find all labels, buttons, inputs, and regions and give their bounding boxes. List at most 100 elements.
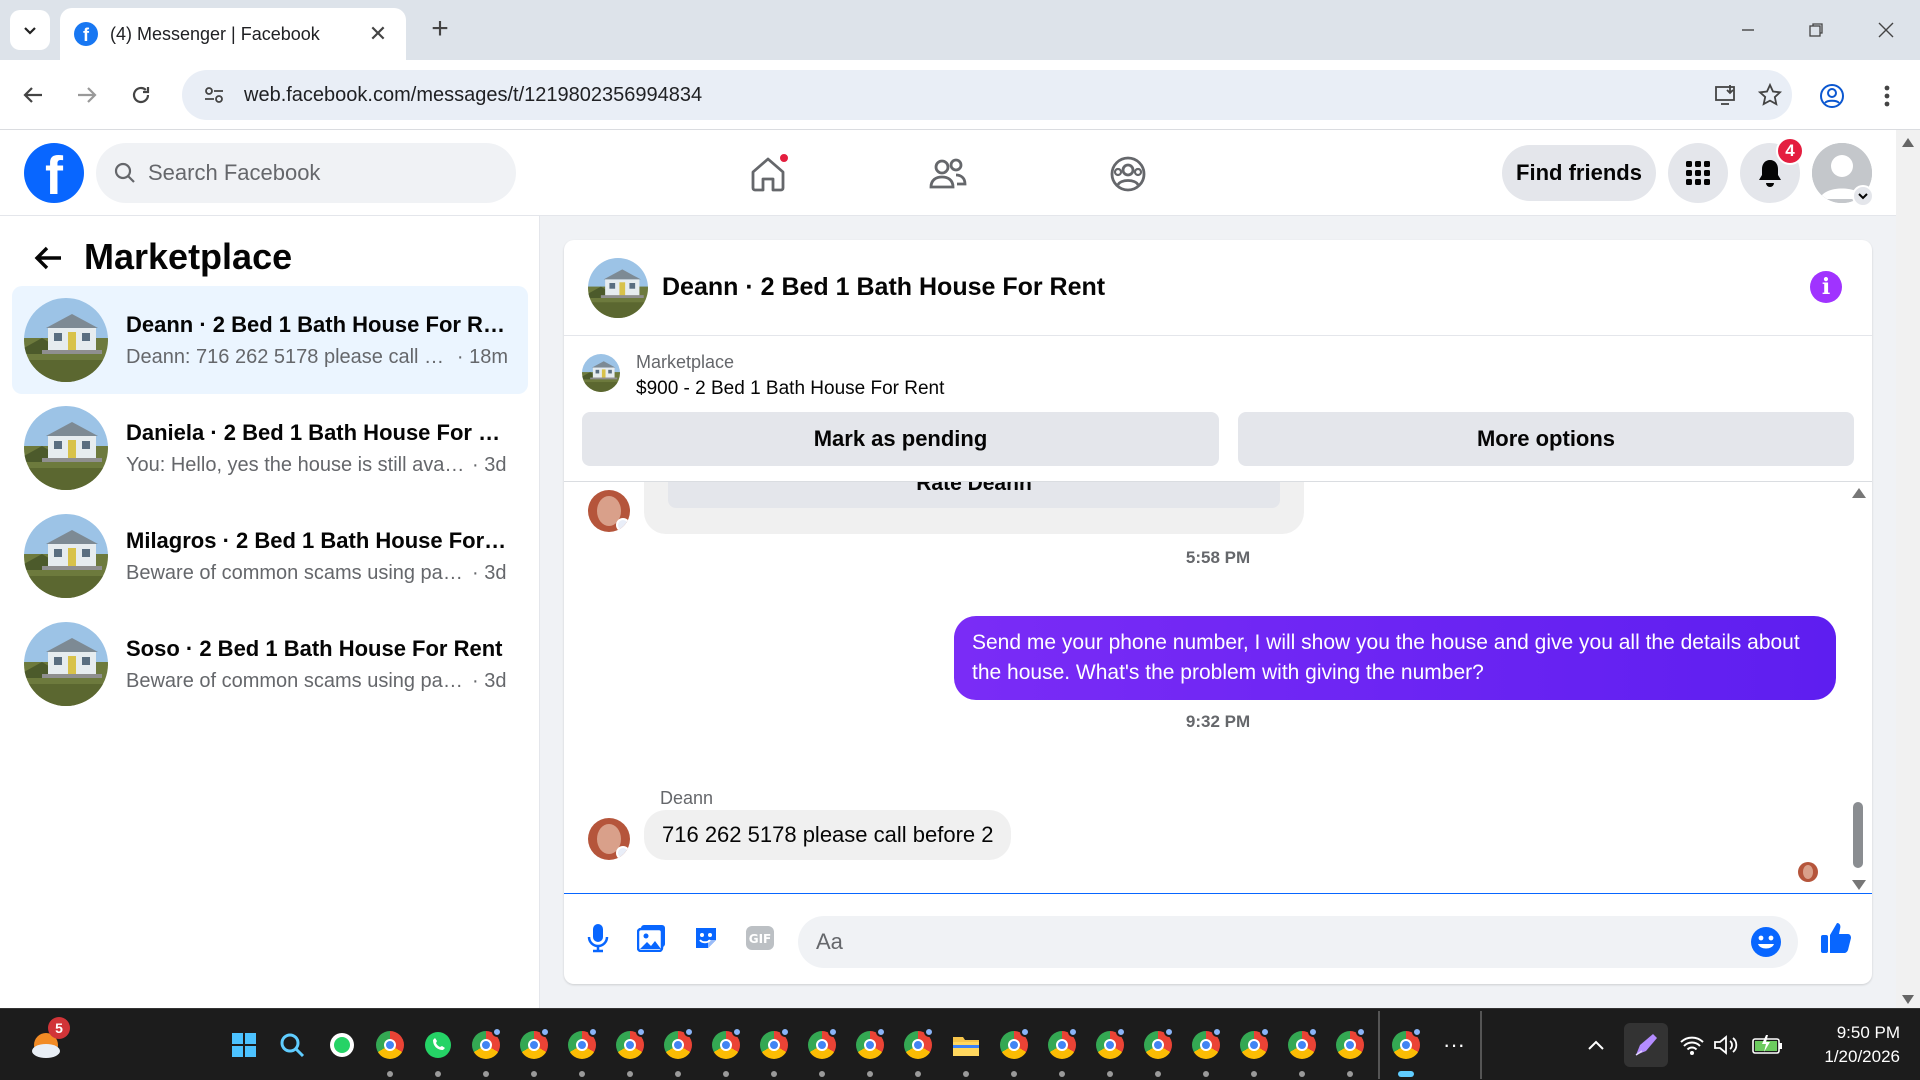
taskbar-chrome-window[interactable] (706, 1025, 746, 1077)
account-chevron[interactable] (1852, 185, 1874, 207)
message-input[interactable]: Aa (798, 916, 1798, 968)
close-window-button[interactable] (1856, 8, 1916, 52)
incoming-message-bubble[interactable]: 716 262 5178 please call before 2 (644, 810, 1012, 860)
sticker-button[interactable] (688, 920, 724, 956)
emoji-icon[interactable] (1750, 926, 1782, 958)
taskbar-chrome-window[interactable] (466, 1025, 506, 1077)
scroll-thumb[interactable] (1853, 802, 1863, 868)
chat-scrollbar[interactable] (1850, 482, 1866, 893)
taskbar-chrome-window[interactable] (1138, 1025, 1178, 1077)
arrow-left-icon (34, 246, 61, 270)
conversation-item[interactable]: Daniela · 2 Bed 1 Bath House For R... You… (12, 394, 528, 502)
browser-tab-messenger[interactable]: f (4) Messenger | Facebook ✕ (60, 8, 406, 60)
listing-thumbnail[interactable] (582, 354, 620, 392)
listing-price-title[interactable]: $900 - 2 Bed 1 Bath House For Rent (636, 378, 944, 400)
clock-time: 9:50 PM (1836, 1023, 1900, 1042)
taskbar-chrome-active[interactable] (1386, 1025, 1426, 1077)
windows-taskbar: 5 ··· 9:50 PM 1/20/2026 (0, 1008, 1920, 1080)
sender-avatar[interactable] (588, 818, 630, 860)
conversation-item[interactable]: Soso · 2 Bed 1 Bath House For Rent Beware… (12, 610, 528, 718)
forward-button[interactable] (68, 76, 106, 114)
battery-indicator[interactable] (1748, 1025, 1788, 1065)
taskbar-chrome-window[interactable] (514, 1025, 554, 1077)
gif-button[interactable]: GIF (742, 920, 778, 956)
nav-friends[interactable] (918, 144, 978, 204)
pen-icon (1635, 1034, 1657, 1056)
nav-home[interactable] (738, 144, 798, 204)
taskbar-chrome-window[interactable] (1330, 1025, 1370, 1077)
mark-as-pending-button[interactable]: Mark as pending (582, 412, 1219, 466)
taskbar-chrome-window[interactable] (1186, 1025, 1226, 1077)
volume-indicator[interactable] (1706, 1025, 1746, 1065)
find-friends-button[interactable]: Find friends (1502, 145, 1656, 201)
taskbar-chrome[interactable] (370, 1025, 410, 1077)
taskbar-file-explorer[interactable] (946, 1025, 986, 1077)
taskbar-chrome-window[interactable] (994, 1025, 1034, 1077)
taskbar-chrome-window[interactable] (1042, 1025, 1082, 1077)
conversation-item[interactable]: Milagros · 2 Bed 1 Bath House For ... Bew… (12, 502, 528, 610)
clock[interactable]: 9:50 PM 1/20/2026 (1790, 1021, 1900, 1069)
facebook-logo-icon[interactable]: f (24, 143, 84, 203)
back-button[interactable] (14, 76, 52, 114)
taskbar-chrome-window[interactable] (658, 1025, 698, 1077)
start-button[interactable] (224, 1025, 264, 1065)
conversation-thumbnail (24, 406, 108, 490)
taskbar-chrome-window[interactable] (1090, 1025, 1130, 1077)
voice-clip-button[interactable] (580, 920, 616, 956)
house-listing-thumbnail (24, 406, 108, 490)
facebook-search-input[interactable]: Search Facebook (96, 143, 516, 203)
house-listing-thumbnail (24, 514, 108, 598)
outgoing-message-bubble[interactable]: Send me your phone number, I will show y… (954, 616, 1836, 700)
taskbar-chrome-window[interactable] (1282, 1025, 1322, 1077)
taskbar-chrome-window[interactable] (562, 1025, 602, 1077)
browser-profile-button[interactable] (1812, 76, 1852, 116)
tab-close-icon[interactable]: ✕ (364, 21, 392, 47)
more-options-button[interactable]: More options (1238, 412, 1854, 466)
taskbar-search-button[interactable] (272, 1025, 312, 1065)
running-indicator (531, 1071, 537, 1077)
taskbar-chrome-window[interactable] (802, 1025, 842, 1077)
tab-search-button[interactable] (10, 10, 50, 50)
taskbar-overflow-button[interactable]: ··· (1434, 1025, 1474, 1065)
install-app-icon[interactable] (1704, 73, 1748, 117)
chat-thumbnail[interactable] (588, 257, 648, 318)
taskbar-whatsapp[interactable] (418, 1025, 458, 1077)
new-tab-button[interactable]: + (422, 12, 458, 46)
browser-menu-button[interactable] (1872, 76, 1902, 116)
show-hidden-icons-button[interactable] (1576, 1025, 1616, 1065)
taskbar-chrome-window[interactable] (898, 1025, 938, 1077)
minimize-button[interactable] (1718, 8, 1778, 52)
restore-button[interactable] (1786, 8, 1846, 52)
chat-title[interactable]: Deann · 2 Bed 1 Bath House For Rent (662, 273, 1105, 302)
attach-photo-button[interactable] (634, 920, 670, 956)
pen-menu-button[interactable] (1624, 1023, 1668, 1067)
conversation-item[interactable]: Deann · 2 Bed 1 Bath House For Re... Dean… (12, 286, 528, 394)
back-to-chats-button[interactable] (30, 240, 66, 276)
nav-groups[interactable] (1098, 144, 1158, 204)
menu-grid-button[interactable] (1668, 143, 1728, 203)
send-like-button[interactable] (1818, 920, 1854, 956)
rate-seller-button[interactable]: Rate Deann (668, 482, 1280, 508)
notifications-button[interactable]: 4 (1740, 137, 1804, 203)
taskbar-whatsapp-small[interactable] (322, 1025, 362, 1065)
profile-badge (1164, 1027, 1174, 1037)
address-bar[interactable]: web.facebook.com/messages/t/121980235699… (182, 70, 1792, 120)
scroll-up-icon[interactable] (1852, 488, 1866, 498)
running-indicator (1203, 1071, 1209, 1077)
profile-badge (924, 1027, 934, 1037)
bookmark-star-icon[interactable] (1748, 73, 1792, 117)
browser-toolbar: web.facebook.com/messages/t/121980235699… (0, 60, 1920, 130)
scroll-up-icon[interactable] (1902, 138, 1914, 147)
scroll-down-icon[interactable] (1902, 995, 1914, 1004)
info-icon[interactable]: i (1810, 271, 1842, 303)
taskbar-chrome-window[interactable] (850, 1025, 890, 1077)
reload-button[interactable] (122, 76, 160, 114)
sender-avatar[interactable] (588, 490, 630, 532)
taskbar-chrome-window[interactable] (754, 1025, 794, 1077)
tab-title: (4) Messenger | Facebook (110, 23, 320, 44)
site-info-icon[interactable] (200, 81, 228, 109)
page-scrollbar[interactable] (1896, 130, 1920, 1008)
taskbar-chrome-window[interactable] (1234, 1025, 1274, 1077)
scroll-down-icon[interactable] (1852, 880, 1866, 890)
taskbar-chrome-window[interactable] (610, 1025, 650, 1077)
